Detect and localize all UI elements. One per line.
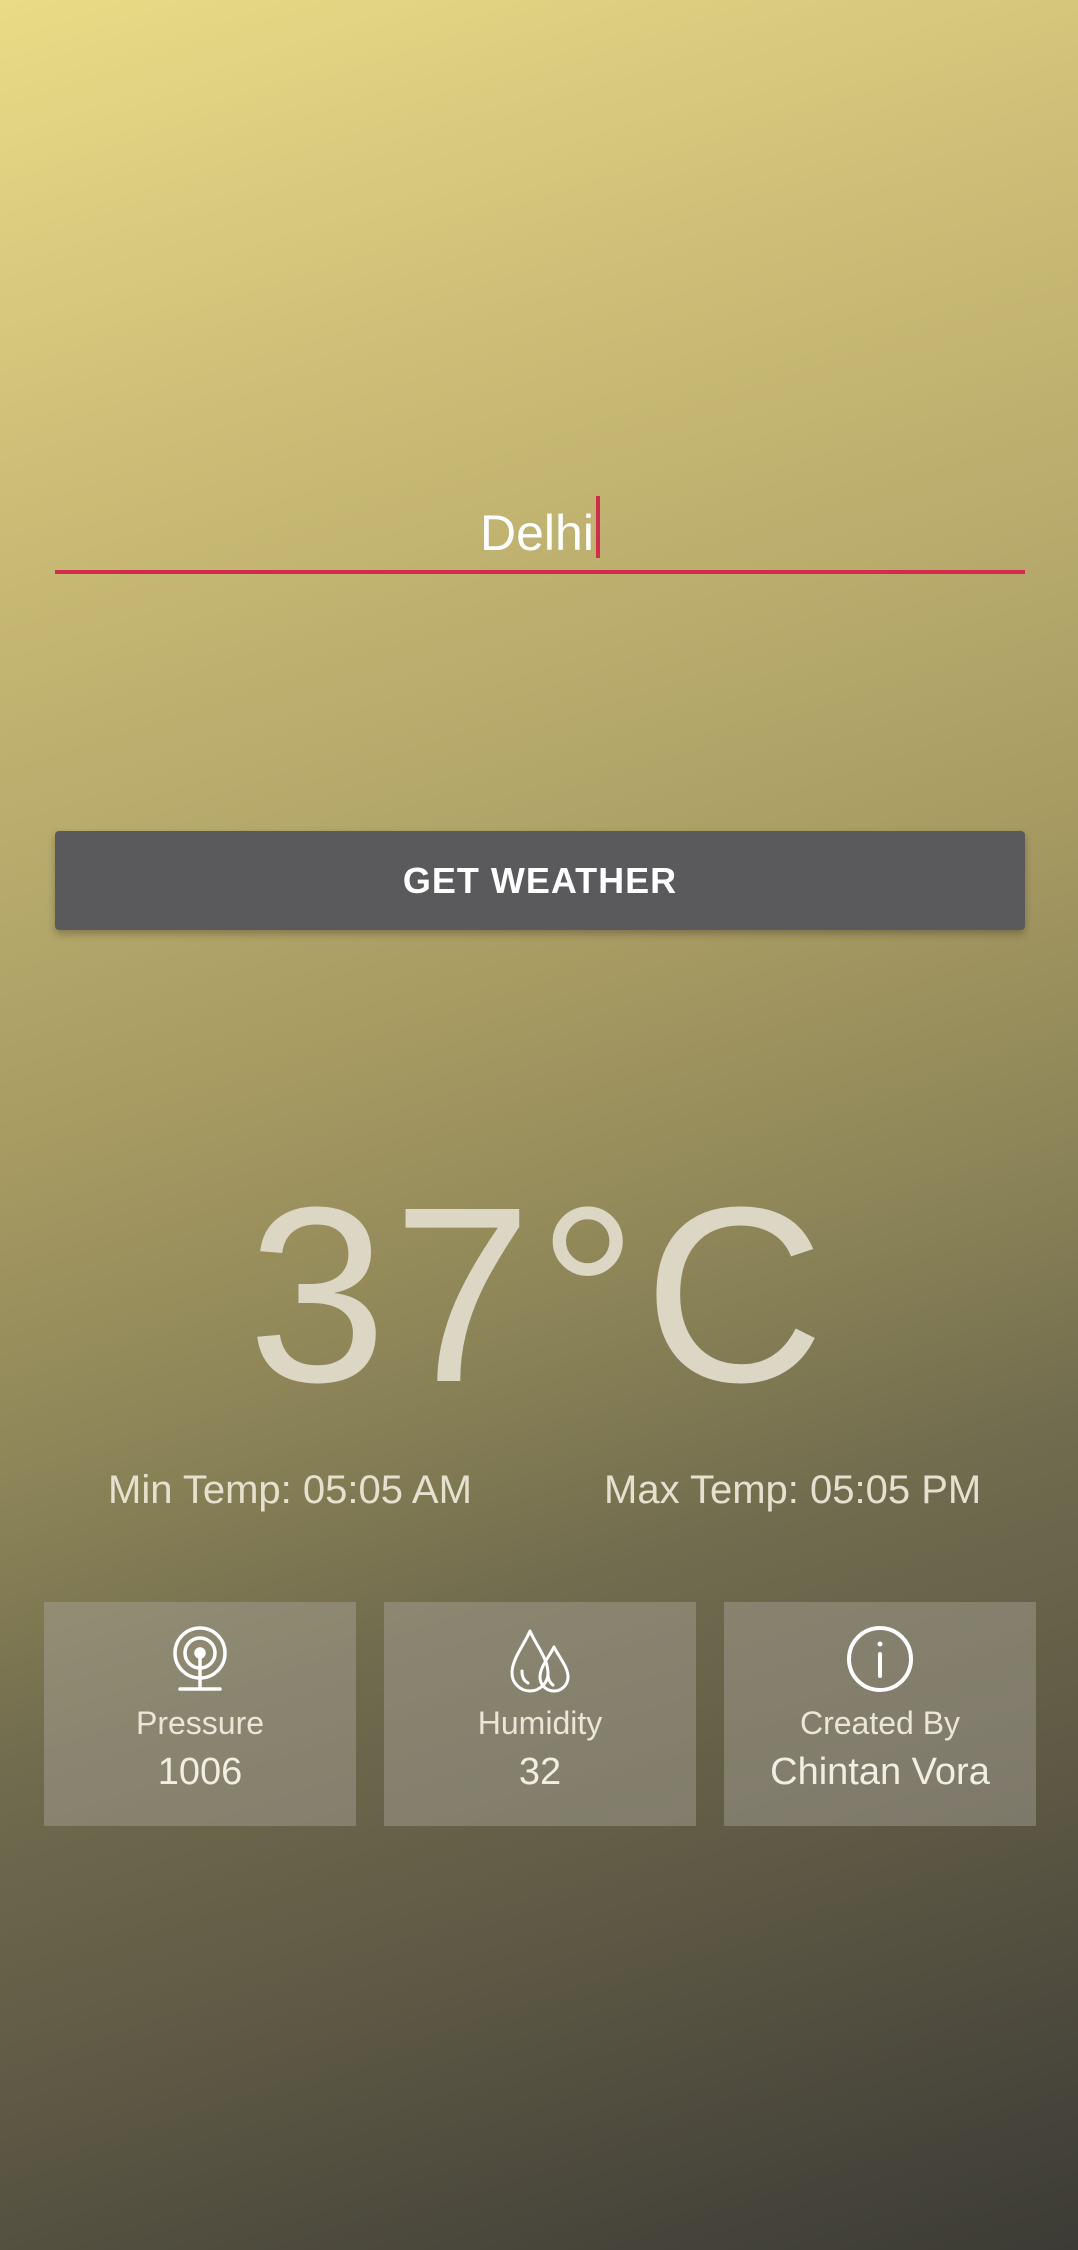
max-temp-label: Max Temp: 05:05 PM <box>604 1468 982 1512</box>
get-weather-button[interactable]: GET WEATHER <box>55 831 1025 930</box>
humidity-icon <box>510 1629 570 1693</box>
pressure-value: 1006 <box>157 1751 243 1793</box>
created-by-card: Created By Chintan Vora <box>724 1602 1036 1826</box>
city-input-value: Delhi <box>480 505 594 561</box>
info-icon <box>847 1626 913 1692</box>
text-cursor <box>595 496 600 558</box>
pressure-label: Pressure <box>135 1705 265 1741</box>
humidity-card: Humidity 32 <box>384 1602 696 1826</box>
pressure-icon <box>173 1626 227 1691</box>
min-temp-label: Min Temp: 05:05 AM <box>108 1468 472 1512</box>
created-by-value: Chintan Vora <box>770 1751 990 1793</box>
humidity-value: 32 <box>518 1751 562 1793</box>
created-by-label: Created By <box>799 1705 961 1741</box>
city-input[interactable]: Delhi <box>55 480 1025 574</box>
humidity-label: Humidity <box>477 1705 603 1741</box>
temperature-display: 37°C <box>247 1155 831 1434</box>
pressure-card: Pressure 1006 <box>44 1602 356 1826</box>
